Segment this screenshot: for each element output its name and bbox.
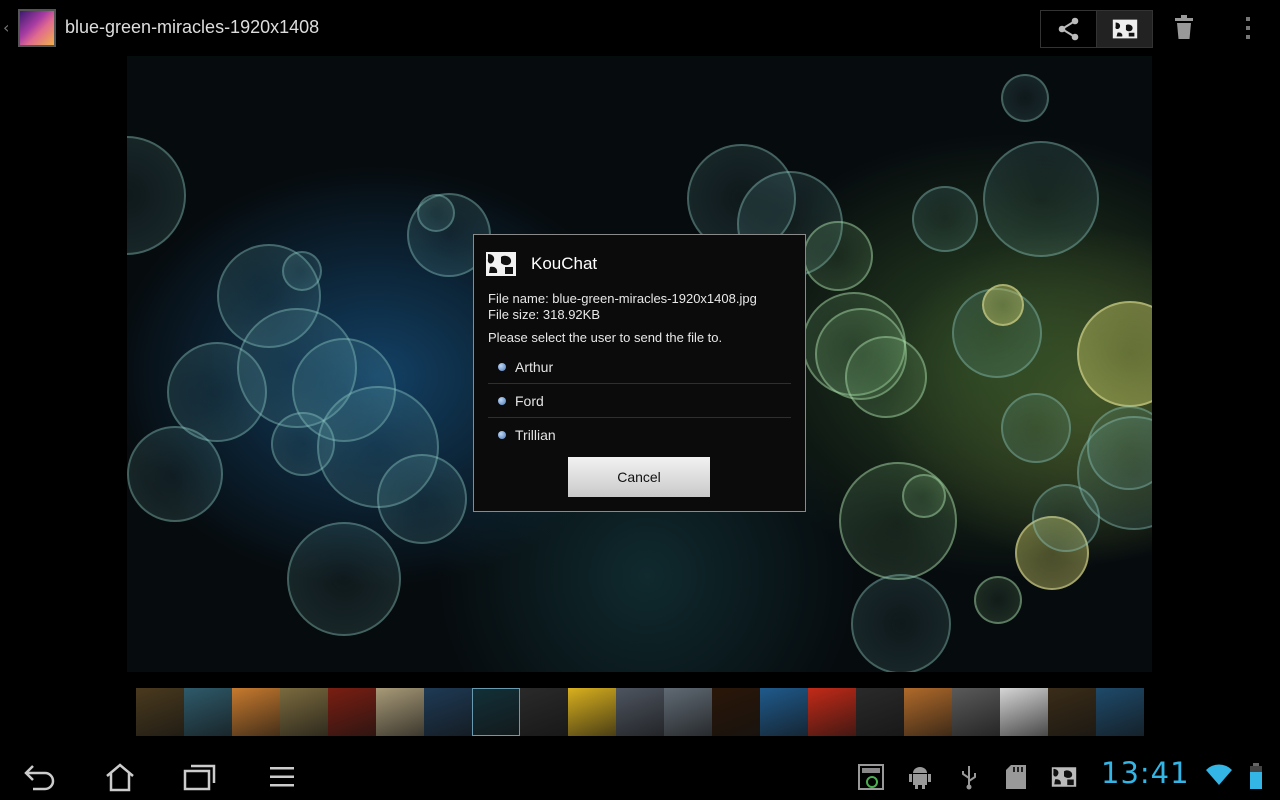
delete-button[interactable] — [1168, 10, 1200, 46]
system-bar — [0, 752, 1280, 800]
bullet-icon — [498, 362, 506, 371]
kouchat-icon — [486, 252, 516, 276]
screenshot-icon — [858, 764, 884, 790]
overflow-menu-button[interactable] — [1236, 10, 1260, 46]
window-title: blue-green-miracles-1920x1408 — [65, 17, 320, 37]
overflow-menu-icon — [1246, 17, 1250, 39]
bokeh-bubble — [982, 284, 1024, 326]
filmstrip-thumbnail[interactable] — [280, 688, 328, 736]
bokeh-bubble — [1077, 301, 1152, 407]
bokeh-bubble — [1001, 393, 1071, 463]
usb-icon — [962, 766, 976, 790]
filmstrip-thumbnail[interactable] — [664, 688, 712, 736]
sd-card-notification[interactable] — [1002, 762, 1030, 792]
home-icon — [106, 763, 134, 792]
kouchat-notification-icon — [1051, 767, 1077, 787]
bokeh-bubble — [282, 251, 322, 291]
filmstrip-thumbnail[interactable] — [904, 688, 952, 736]
bokeh-bubble — [1032, 484, 1100, 552]
filmstrip-thumbnail[interactable] — [616, 688, 664, 736]
share-icon — [1058, 17, 1079, 41]
bokeh-bubble — [845, 336, 927, 418]
chevron-left-icon[interactable]: ‹ — [3, 18, 9, 37]
clock[interactable]: 13:41 — [1101, 756, 1190, 790]
bokeh-bubble — [1001, 74, 1049, 122]
user-name: Ford — [515, 392, 544, 409]
share-button[interactable] — [1040, 10, 1097, 48]
filmstrip — [136, 688, 1144, 736]
bokeh-bubble — [127, 136, 186, 255]
file-size-text: File size: 318.92KB — [488, 307, 601, 322]
send-file-dialog: KouChat File name: blue-green-miracles-1… — [473, 234, 806, 512]
back-button[interactable] — [20, 760, 60, 794]
wifi-icon[interactable] — [1205, 764, 1233, 786]
dialog-prompt: Please select the user to send the file … — [488, 330, 723, 345]
bokeh-bubble — [803, 221, 873, 291]
back-icon — [24, 765, 55, 791]
cancel-button[interactable]: Cancel — [568, 457, 710, 497]
filmstrip-thumbnail[interactable] — [424, 688, 472, 736]
filmstrip-thumbnail[interactable] — [1096, 688, 1144, 736]
kouchat-icon — [1112, 19, 1137, 39]
filmstrip-thumbnail[interactable] — [1000, 688, 1048, 736]
android-debug-notification[interactable] — [906, 762, 934, 792]
home-button[interactable] — [100, 760, 140, 794]
filmstrip-thumbnail[interactable] — [856, 688, 904, 736]
usb-notification[interactable] — [955, 762, 983, 792]
battery-icon[interactable] — [1248, 762, 1264, 790]
menu-button[interactable] — [262, 760, 302, 794]
action-bar: ‹ blue-green-miracles-1920x1408 — [0, 0, 1280, 56]
menu-icon — [270, 767, 294, 787]
android-debug-icon — [909, 767, 931, 789]
user-item-arthur[interactable]: Arthur — [488, 350, 791, 384]
user-name: Trillian — [515, 426, 556, 443]
filmstrip-thumbnail[interactable] — [376, 688, 424, 736]
bokeh-bubble — [417, 194, 455, 232]
file-name-text: File name: blue-green-miracles-1920x1408… — [488, 291, 757, 306]
filmstrip-thumbnail[interactable] — [712, 688, 760, 736]
user-name: Arthur — [515, 358, 554, 375]
bokeh-bubble — [377, 454, 467, 544]
filmstrip-thumbnail[interactable] — [952, 688, 1000, 736]
bokeh-bubble — [851, 574, 951, 672]
file-info: File name: blue-green-miracles-1920x1408… — [488, 291, 757, 323]
user-item-ford[interactable]: Ford — [488, 384, 791, 418]
filmstrip-thumbnail[interactable] — [136, 688, 184, 736]
bokeh-bubble — [983, 141, 1099, 257]
recent-apps-button[interactable] — [180, 760, 220, 794]
bokeh-bubble — [974, 576, 1022, 624]
bullet-icon — [498, 430, 506, 439]
screenshot-notification[interactable] — [857, 762, 885, 792]
user-list: Arthur Ford Trillian — [488, 350, 791, 451]
gallery-app-icon[interactable] — [18, 9, 56, 47]
kouchat-share-button[interactable] — [1096, 10, 1153, 48]
filmstrip-thumbnail[interactable] — [760, 688, 808, 736]
filmstrip-thumbnail[interactable] — [808, 688, 856, 736]
bokeh-bubble — [127, 426, 223, 522]
bokeh-bubble — [902, 474, 946, 518]
filmstrip-thumbnail[interactable] — [184, 688, 232, 736]
dialog-title: KouChat — [531, 254, 598, 273]
recent-apps-icon — [183, 764, 216, 791]
filmstrip-thumbnail[interactable] — [328, 688, 376, 736]
filmstrip-thumbnail[interactable] — [568, 688, 616, 736]
bullet-icon — [498, 396, 506, 405]
sd-card-icon — [1006, 765, 1026, 789]
trash-icon — [1175, 15, 1193, 39]
bokeh-bubble — [287, 522, 401, 636]
bokeh-bubble — [912, 186, 978, 252]
filmstrip-thumbnail[interactable] — [1048, 688, 1096, 736]
user-item-trillian[interactable]: Trillian — [488, 418, 791, 451]
filmstrip-thumbnail[interactable] — [232, 688, 280, 736]
filmstrip-thumbnail[interactable] — [472, 688, 520, 736]
kouchat-notification[interactable] — [1050, 762, 1078, 792]
filmstrip-thumbnail[interactable] — [520, 688, 568, 736]
